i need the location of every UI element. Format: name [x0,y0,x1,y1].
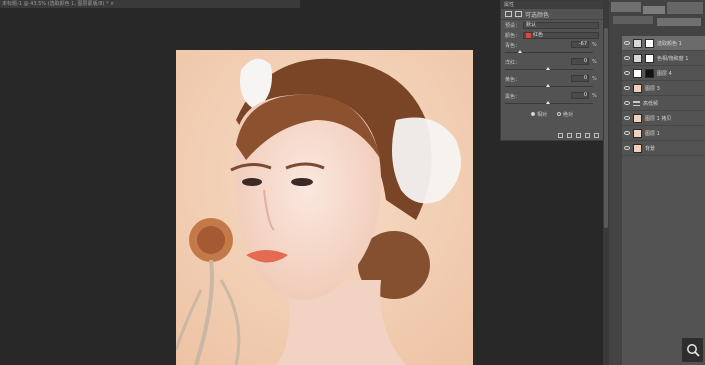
visibility-eye-icon[interactable] [624,146,630,150]
visibility-eye-icon[interactable] [624,101,630,105]
document-tab[interactable]: 未标题-1 @ 43.5% (选取颜色 1, 图层蒙版/8) * × [0,0,300,8]
visibility-eye-icon[interactable] [624,86,630,90]
layer-name: 图层 1 拷贝 [645,115,672,122]
layer-name: 图层 4 [657,70,672,77]
layer-name: 图层 1 [645,130,660,137]
slider-thumb[interactable] [546,84,550,87]
layer-thumbnail [633,143,642,153]
mask-thumbnail[interactable] [645,53,654,63]
trash-icon[interactable] [594,133,599,138]
slider-unit: % [592,93,597,99]
pixelated-region [613,16,653,24]
slider-thumb[interactable] [546,101,550,104]
colors-label: 颜色： [505,32,521,39]
visibility-eye-icon[interactable] [624,41,630,45]
preset-select[interactable]: 默认 [523,21,599,29]
adjustment-icon [505,11,512,17]
pixelated-region [611,2,641,12]
mask-icon[interactable] [515,11,522,17]
layer-row[interactable]: 图层 1 拷贝 [622,111,705,126]
colors-row: 颜色： 红色 [501,30,603,40]
radio-relative[interactable]: 相对 [530,111,547,118]
layer-row[interactable]: 图层 4 [622,66,705,81]
radio-dot-icon [557,112,561,116]
preset-label: 预设： [505,22,521,29]
document-tab-title: 未标题-1 @ 43.5% (选取颜色 1, 图层蒙版/8) * × [2,1,115,7]
slider-value-input[interactable]: 0 [571,58,589,65]
layer-row[interactable]: 色相/饱和度 1 [622,51,705,66]
visibility-eye-icon[interactable] [624,71,630,75]
color-swatch [526,32,532,38]
colors-select[interactable]: 红色 [523,31,599,39]
layer-row[interactable]: 背景 [622,141,705,156]
visibility-eye-icon[interactable] [624,56,630,60]
slider-unit: % [592,76,597,82]
layer-name: 图层 3 [645,85,660,92]
pixelated-region [657,18,701,26]
layer-name: 背景 [645,145,656,152]
properties-title: 可选颜色 [525,11,550,19]
slider-label: 黄色： [505,77,521,83]
adjustment-thumbnail [633,38,642,48]
mask-thumbnail[interactable] [645,68,654,78]
mode-radio-group: 相对 绝对 [501,108,603,120]
layer-thumbnail [633,83,642,93]
slider-row: 黄色： 0% [501,74,603,91]
slider-unit: % [592,59,597,65]
slider-value-input[interactable]: -67 [571,41,589,48]
properties-footer [558,133,599,138]
layer-row[interactable]: 选取颜色 1 [622,36,705,51]
pixelated-region [667,2,703,14]
visibility-eye-icon[interactable] [624,131,630,135]
visibility-eye-icon[interactable] [624,116,630,120]
radio-dot-icon [530,112,535,116]
layer-row[interactable]: 图层 3 [622,81,705,96]
slider-label: 青色： [505,43,521,49]
slider-row: 黑色： 0% [501,91,603,108]
slider-value-input[interactable]: 0 [571,92,589,99]
magnifier-icon [686,344,700,357]
slider-row: 洋红： 0% [501,57,603,74]
layer-name: 高低频 [643,100,659,107]
layer-thumbnail [633,68,642,78]
slider-row: 青色： -67% [501,40,603,57]
properties-header: 属性 [501,1,603,9]
layer-thumbnail [633,113,642,123]
preset-row: 预设： 默认 [501,20,603,30]
slider-value-input[interactable]: 0 [571,75,589,82]
zoom-button[interactable] [682,338,703,362]
reset-icon[interactable] [576,133,581,138]
scrollbar-thumb[interactable] [604,28,608,228]
adjustment-thumbnail [633,53,642,63]
radio-absolute[interactable]: 绝对 [557,111,573,118]
slider-label: 洋红： [505,60,521,66]
slider-unit: % [592,42,597,48]
pixelated-region [643,6,665,14]
slider-label: 黑色： [505,94,521,100]
slider-thumb[interactable] [517,50,522,53]
folder-icon [633,100,640,106]
layer-name: 选取颜色 1 [657,40,682,47]
properties-title-row: 可选颜色 [501,9,603,20]
view-previous-icon[interactable] [567,133,572,138]
layer-thumbnail [633,128,642,138]
canvas-photo [176,50,473,365]
layer-row[interactable]: 图层 1 [622,126,705,141]
clip-icon[interactable] [558,133,563,138]
slider-thumb[interactable] [546,67,550,70]
layer-row[interactable]: 高低频 [622,96,705,111]
properties-panel: 属性 可选颜色 预设： 默认 颜色： 红色 青色： -67% 洋红： 0% 黄色： 0% 黑… [500,0,604,141]
layer-name: 色相/饱和度 1 [657,55,689,62]
visibility-icon[interactable] [585,133,590,138]
mask-thumbnail[interactable] [645,38,654,48]
layers-panel: 选取颜色 1 色相/饱和度 1 图层 4 图层 3 高低频图层 1 拷贝 图层 1 背景 [622,36,705,365]
